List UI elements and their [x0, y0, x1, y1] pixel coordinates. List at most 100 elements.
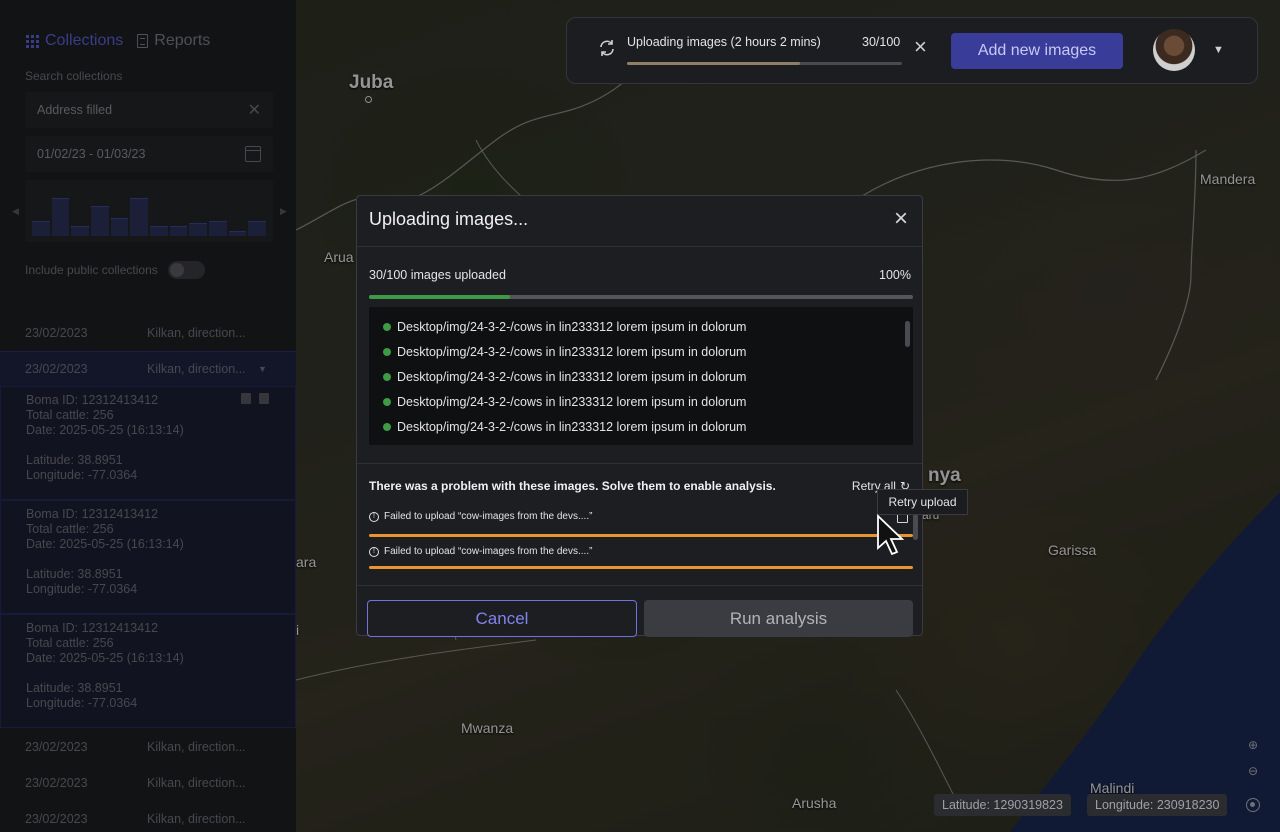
locate-icon[interactable]: [1246, 798, 1260, 812]
error-progress-bar: [369, 534, 913, 537]
boma-id: Boma ID: 12312413412: [26, 507, 159, 521]
histogram-bar[interactable]: [32, 221, 50, 236]
boma-date: Date: 2025-05-25 (16:13:14): [26, 537, 184, 551]
boma-card[interactable]: Boma ID: 12312413412 Total cattle: 256 D…: [0, 386, 296, 500]
row-description: Kilkan, direction...: [147, 326, 246, 340]
grid-icon: [26, 34, 39, 48]
date-range-input[interactable]: 01/02/23 - 01/03/23: [25, 136, 273, 172]
row-date: 23/02/2023: [25, 776, 88, 790]
upload-progress-fill: [627, 62, 801, 65]
histogram-bar[interactable]: [130, 198, 148, 236]
avatar[interactable]: [1153, 29, 1195, 71]
city-label-west: ara: [296, 554, 317, 570]
histogram-bar[interactable]: [209, 221, 227, 236]
search-collections-input[interactable]: Address filled ✕: [25, 92, 273, 128]
public-collections-label: Include public collections: [25, 263, 158, 277]
public-collections-toggle[interactable]: [167, 261, 205, 279]
scrollbar[interactable]: [905, 321, 910, 347]
city-label-arusha: Arusha: [792, 795, 837, 811]
city-label-juba: Juba: [349, 72, 393, 103]
run-analysis-button[interactable]: Run analysis: [644, 600, 913, 637]
sidebar-tabs: Collections Reports: [26, 32, 210, 50]
public-collections-toggle-row: Include public collections: [25, 261, 205, 279]
document-icon: [137, 34, 149, 48]
boma-card[interactable]: Boma ID: 12312413412 Total cattle: 256 D…: [0, 614, 296, 728]
modal-title: Uploading images...: [369, 209, 529, 229]
histogram-bar[interactable]: [91, 206, 109, 236]
boma-latitude: Latitude: 38.8951: [26, 567, 123, 581]
city-label-mwanza: Mwanza: [461, 720, 514, 736]
boma-id: Boma ID: 12312413412: [26, 621, 159, 635]
chevron-down-icon[interactable]: ▼: [258, 364, 267, 374]
boma-date: Date: 2025-05-25 (16:13:14): [26, 651, 184, 665]
file-path: Desktop/img/24-3-2-/cows in lin233312 lo…: [397, 370, 747, 384]
upload-modal: Uploading images... × 30/100 images uplo…: [356, 195, 968, 637]
boma-id: Boma ID: 12312413412: [26, 393, 159, 407]
calendar-icon[interactable]: [245, 146, 261, 162]
success-icon: [383, 373, 391, 381]
scrollbar[interactable]: [913, 514, 918, 540]
upload-percent: 100%: [879, 268, 911, 282]
chevron-down-icon[interactable]: ▼: [1213, 44, 1224, 56]
histogram-bar[interactable]: [189, 223, 207, 236]
boma-longitude: Longitude: -77.0364: [26, 696, 138, 710]
success-icon: [383, 348, 391, 356]
uploaded-file-list[interactable]: Desktop/img/24-3-2-/cows in lin233312 lo…: [369, 307, 913, 445]
total-cattle: Total cattle: 256: [26, 408, 114, 422]
histogram-bar[interactable]: [248, 221, 266, 236]
boma-card[interactable]: Boma ID: 12312413412 Total cattle: 256 D…: [0, 500, 296, 614]
row-description: Kilkan, direction...: [147, 776, 246, 790]
row-date: 23/02/2023: [25, 812, 88, 826]
success-icon: [383, 423, 391, 431]
histogram-bar[interactable]: [169, 226, 188, 236]
close-icon[interactable]: ×: [914, 36, 927, 58]
list-item[interactable]: 23/02/2023 Kilkan, direction...: [0, 315, 296, 351]
city-label-kenya: nya: [928, 465, 961, 486]
sync-icon: [600, 40, 614, 56]
search-value: Address filled: [37, 103, 113, 117]
row-description: Kilkan, direction...: [147, 740, 246, 754]
list-item[interactable]: 23/02/2023 Kilkan, direction...: [0, 801, 296, 832]
error-message: Failed to upload “cow-images from the de…: [384, 546, 593, 557]
histogram-bar[interactable]: [110, 218, 129, 236]
tab-reports-label: Reports: [154, 32, 211, 49]
upload-status-bar: Uploading images (2 hours 2 mins) 30/100…: [566, 17, 1258, 84]
info-icon: !: [369, 546, 379, 557]
search-collections-label: Search collections: [25, 69, 123, 83]
histogram-bar[interactable]: [228, 231, 247, 236]
boma-longitude: Longitude: -77.0364: [26, 582, 138, 596]
success-icon: [383, 398, 391, 406]
clear-icon[interactable]: ✕: [248, 100, 261, 120]
city-label-arua: Arua: [324, 249, 354, 265]
add-new-images-button[interactable]: Add new images: [951, 33, 1123, 69]
date-range-value: 01/02/23 - 01/03/23: [37, 147, 146, 161]
images-uploaded-count: 30/100 images uploaded: [369, 268, 506, 282]
list-item[interactable]: 23/02/2023 Kilkan, direction...: [0, 729, 296, 765]
tab-reports[interactable]: Reports: [137, 32, 210, 50]
date-histogram[interactable]: [25, 180, 273, 242]
error-message: Failed to upload “cow-images from the de…: [384, 511, 593, 522]
file-path: Desktop/img/24-3-2-/cows in lin233312 lo…: [397, 395, 747, 409]
chevron-left-icon[interactable]: ◀: [12, 206, 19, 217]
problem-title: There was a problem with these images. S…: [369, 479, 776, 493]
report-icon[interactable]: [259, 393, 269, 404]
total-cattle: Total cattle: 256: [26, 522, 114, 536]
histogram-bar[interactable]: [51, 198, 70, 236]
tab-collections-label: Collections: [45, 32, 124, 49]
error-item: ! Failed to upload “cow-images from the d…: [369, 546, 592, 557]
modal-close-icon[interactable]: ×: [894, 207, 908, 231]
list-item-selected[interactable]: 23/02/2023 Kilkan, direction... ▼: [0, 351, 296, 387]
cancel-button[interactable]: Cancel: [367, 600, 637, 637]
total-cattle: Total cattle: 256: [26, 636, 114, 650]
list-item[interactable]: 23/02/2023 Kilkan, direction...: [0, 765, 296, 801]
city-label-garissa: Garissa: [1048, 542, 1097, 558]
zoom-out-icon[interactable]: ⊖: [1242, 760, 1264, 782]
error-progress-bar: [369, 566, 913, 569]
histogram-bar[interactable]: [71, 226, 89, 236]
chevron-right-icon[interactable]: ▶: [280, 206, 287, 217]
tab-collections[interactable]: Collections: [26, 32, 123, 50]
download-icon[interactable]: [241, 393, 251, 404]
retry-upload-tooltip: Retry upload: [877, 489, 968, 515]
histogram-bar[interactable]: [150, 226, 168, 236]
zoom-in-icon[interactable]: ⊕: [1242, 734, 1264, 756]
